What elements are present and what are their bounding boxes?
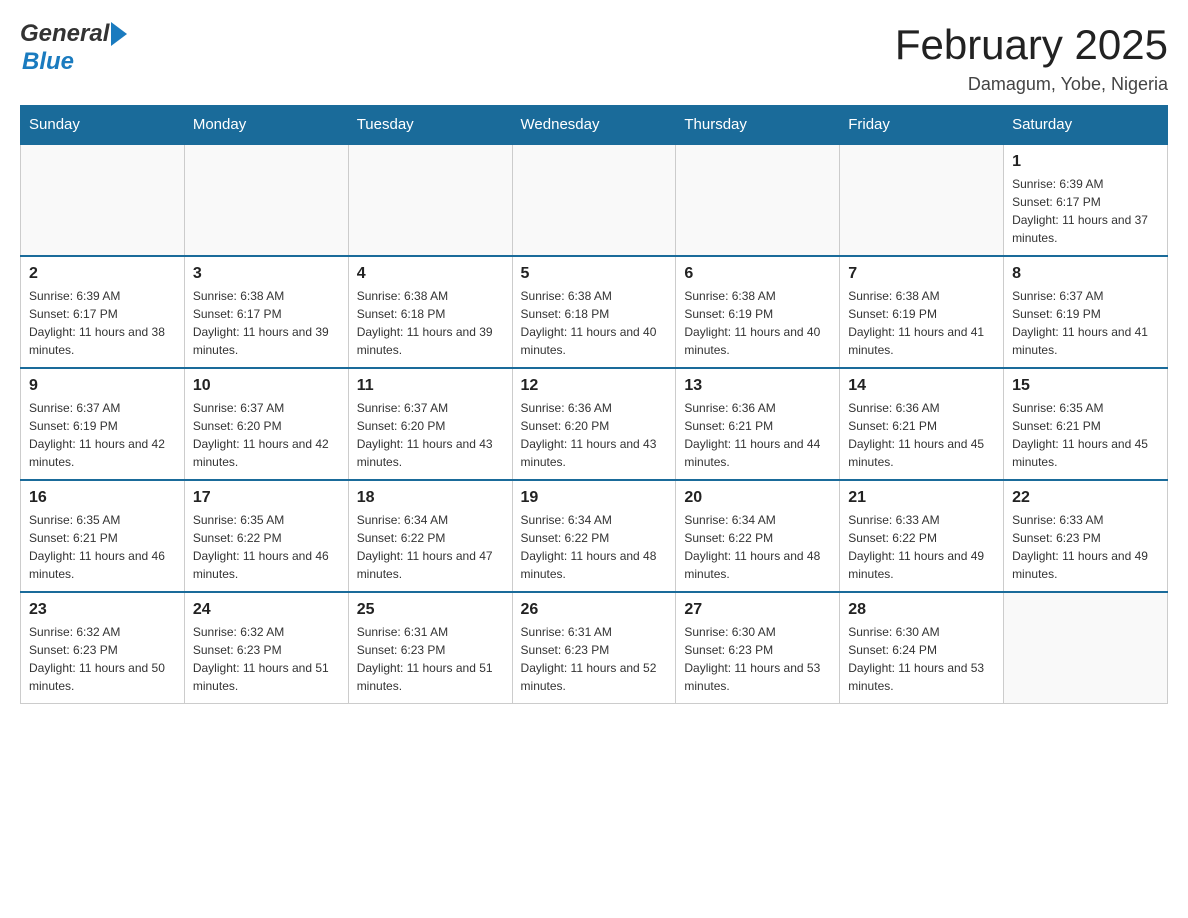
day-19: 19 Sunrise: 6:34 AM Sunset: 6:22 PM Dayl… [512, 480, 676, 592]
day-23: 23 Sunrise: 6:32 AM Sunset: 6:23 PM Dayl… [21, 592, 185, 704]
day-21: 21 Sunrise: 6:33 AM Sunset: 6:22 PM Dayl… [840, 480, 1004, 592]
day-11: 11 Sunrise: 6:37 AM Sunset: 6:20 PM Dayl… [348, 368, 512, 480]
day-6: 6 Sunrise: 6:38 AM Sunset: 6:19 PM Dayli… [676, 256, 840, 368]
logo-general-text: General [20, 20, 109, 48]
title-section: February 2025 Damagum, Yobe, Nigeria [895, 20, 1168, 95]
table-row: 2 Sunrise: 6:39 AM Sunset: 6:17 PM Dayli… [21, 256, 1168, 368]
empty-cell [512, 144, 676, 256]
table-row: 16 Sunrise: 6:35 AM Sunset: 6:21 PM Dayl… [21, 480, 1168, 592]
empty-cell [840, 144, 1004, 256]
header-tuesday: Tuesday [348, 106, 512, 145]
weekday-header-row: Sunday Monday Tuesday Wednesday Thursday… [21, 106, 1168, 145]
table-row: 9 Sunrise: 6:37 AM Sunset: 6:19 PM Dayli… [21, 368, 1168, 480]
location-text: Damagum, Yobe, Nigeria [895, 74, 1168, 95]
day-8: 8 Sunrise: 6:37 AM Sunset: 6:19 PM Dayli… [1004, 256, 1168, 368]
day-16: 16 Sunrise: 6:35 AM Sunset: 6:21 PM Dayl… [21, 480, 185, 592]
header-monday: Monday [184, 106, 348, 145]
day-12: 12 Sunrise: 6:36 AM Sunset: 6:20 PM Dayl… [512, 368, 676, 480]
header-sunday: Sunday [21, 106, 185, 145]
logo-blue-text: Blue [22, 48, 74, 75]
day-10: 10 Sunrise: 6:37 AM Sunset: 6:20 PM Dayl… [184, 368, 348, 480]
day-9: 9 Sunrise: 6:37 AM Sunset: 6:19 PM Dayli… [21, 368, 185, 480]
day-3: 3 Sunrise: 6:38 AM Sunset: 6:17 PM Dayli… [184, 256, 348, 368]
day-17: 17 Sunrise: 6:35 AM Sunset: 6:22 PM Dayl… [184, 480, 348, 592]
day-20: 20 Sunrise: 6:34 AM Sunset: 6:22 PM Dayl… [676, 480, 840, 592]
day-18: 18 Sunrise: 6:34 AM Sunset: 6:22 PM Dayl… [348, 480, 512, 592]
day-28: 28 Sunrise: 6:30 AM Sunset: 6:24 PM Dayl… [840, 592, 1004, 704]
day-22: 22 Sunrise: 6:33 AM Sunset: 6:23 PM Dayl… [1004, 480, 1168, 592]
table-row: 1 Sunrise: 6:39 AM Sunset: 6:17 PM Dayli… [21, 144, 1168, 256]
empty-cell [348, 144, 512, 256]
calendar-table: Sunday Monday Tuesday Wednesday Thursday… [20, 105, 1168, 704]
header-wednesday: Wednesday [512, 106, 676, 145]
empty-cell [1004, 592, 1168, 704]
day-26: 26 Sunrise: 6:31 AM Sunset: 6:23 PM Dayl… [512, 592, 676, 704]
table-row: 23 Sunrise: 6:32 AM Sunset: 6:23 PM Dayl… [21, 592, 1168, 704]
day-5: 5 Sunrise: 6:38 AM Sunset: 6:18 PM Dayli… [512, 256, 676, 368]
day-15: 15 Sunrise: 6:35 AM Sunset: 6:21 PM Dayl… [1004, 368, 1168, 480]
logo-arrow-icon [111, 22, 127, 46]
header-thursday: Thursday [676, 106, 840, 145]
day-7: 7 Sunrise: 6:38 AM Sunset: 6:19 PM Dayli… [840, 256, 1004, 368]
day-24: 24 Sunrise: 6:32 AM Sunset: 6:23 PM Dayl… [184, 592, 348, 704]
day-4: 4 Sunrise: 6:38 AM Sunset: 6:18 PM Dayli… [348, 256, 512, 368]
day-2: 2 Sunrise: 6:39 AM Sunset: 6:17 PM Dayli… [21, 256, 185, 368]
header-friday: Friday [840, 106, 1004, 145]
logo: General Blue [20, 20, 127, 76]
empty-cell [184, 144, 348, 256]
day-13: 13 Sunrise: 6:36 AM Sunset: 6:21 PM Dayl… [676, 368, 840, 480]
day-1: 1 Sunrise: 6:39 AM Sunset: 6:17 PM Dayli… [1004, 144, 1168, 256]
day-14: 14 Sunrise: 6:36 AM Sunset: 6:21 PM Dayl… [840, 368, 1004, 480]
empty-cell [676, 144, 840, 256]
day-25: 25 Sunrise: 6:31 AM Sunset: 6:23 PM Dayl… [348, 592, 512, 704]
header-saturday: Saturday [1004, 106, 1168, 145]
day-27: 27 Sunrise: 6:30 AM Sunset: 6:23 PM Dayl… [676, 592, 840, 704]
empty-cell [21, 144, 185, 256]
month-title: February 2025 [895, 20, 1168, 70]
page-header: General Blue February 2025 Damagum, Yobe… [20, 20, 1168, 95]
